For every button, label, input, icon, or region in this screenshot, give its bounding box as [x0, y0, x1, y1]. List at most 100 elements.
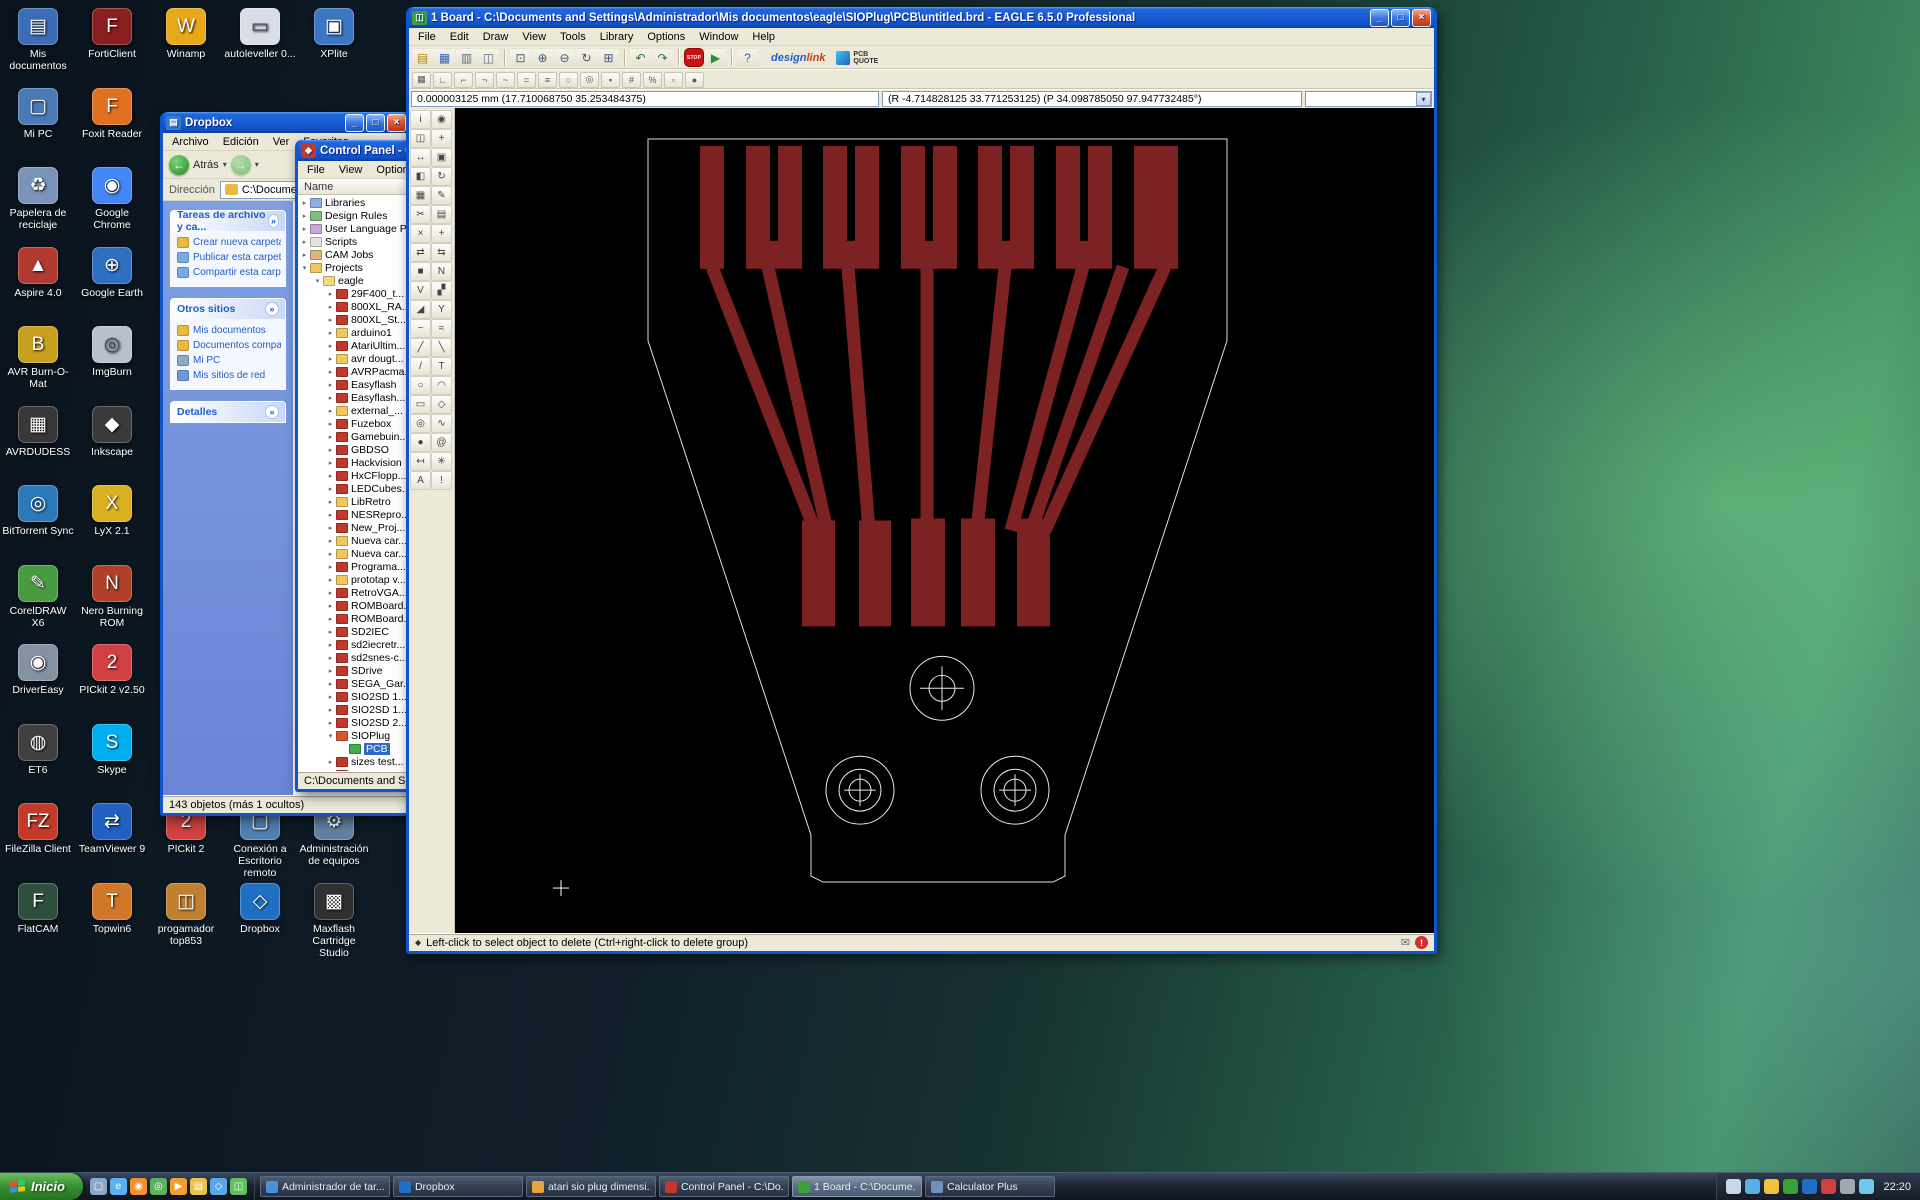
meander-tool[interactable]: ≈ [431, 319, 452, 338]
minimize-button[interactable]: _ [1370, 9, 1389, 27]
desktop-icon-skype[interactable]: SSkype [76, 724, 148, 776]
desktop-icon-papelera-de-reciclaje[interactable]: ♻Papelera de reciclaje [2, 167, 74, 231]
close-button[interactable]: × [387, 114, 406, 132]
bend-45-button[interactable]: ⌐ [454, 72, 473, 88]
firefox-quicklaunch-icon[interactable]: ◉ [130, 1178, 147, 1195]
tree-expand-icon[interactable]: ▸ [326, 654, 335, 662]
dropbox-menu-ver[interactable]: Ver [266, 134, 297, 150]
start-button[interactable]: Inicio [0, 1173, 83, 1200]
eagle-menu-file[interactable]: File [411, 29, 443, 45]
desktop-icon-forticlient[interactable]: FFortiClient [76, 8, 148, 60]
dropbox-titlebar[interactable]: ▤ Dropbox _ □ × [163, 112, 409, 133]
task-item-mis-sitios-de-red[interactable]: Mis sitios de red [175, 368, 281, 383]
tray-alert-icon[interactable] [1821, 1179, 1836, 1194]
taskbar-button-1-board-c-docume[interactable]: 1 Board - C:\Docume... [792, 1176, 922, 1197]
layer-button[interactable]: ▪ [601, 72, 620, 88]
tree-expand-icon[interactable]: ▸ [326, 498, 335, 506]
desktop-icon-pickit-2-v2-50[interactable]: 2PICkit 2 v2.50 [76, 644, 148, 696]
desktop-icon-foxit-reader[interactable]: FFoxit Reader [76, 88, 148, 140]
tree-expand-icon[interactable]: ▸ [326, 602, 335, 610]
tree-expand-icon[interactable]: ▸ [326, 719, 335, 727]
tree-expand-icon[interactable]: ▸ [326, 303, 335, 311]
dropbox-quicklaunch-icon[interactable]: ◇ [210, 1178, 227, 1195]
tree-collapse-icon[interactable]: ▾ [313, 277, 322, 285]
rotate-tool[interactable]: ↻ [431, 167, 452, 186]
bend-round-button[interactable]: ~ [496, 72, 515, 88]
desktop-icon-imgburn[interactable]: ◎ImgBurn [76, 326, 148, 378]
tree-expand-icon[interactable]: ▸ [326, 290, 335, 298]
zoom-fit-button[interactable]: ⊡ [510, 48, 531, 68]
minimize-button[interactable]: _ [345, 114, 364, 132]
attribute-tool[interactable]: @ [431, 433, 452, 452]
tree-expand-icon[interactable]: ▸ [326, 550, 335, 558]
desktop-icon-mis-documentos[interactable]: ▤Mis documentos [2, 8, 74, 72]
tree-expand-icon[interactable]: ▸ [300, 212, 309, 220]
split-tool[interactable]: Y [431, 300, 452, 319]
designlink-logo[interactable]: designlink [771, 52, 825, 64]
task-item-mi-pc[interactable]: Mi PC [175, 353, 281, 368]
via-drill-button[interactable]: ◎ [580, 72, 599, 88]
tray-display-icon[interactable] [1859, 1179, 1874, 1194]
warning-icon[interactable]: ! [1415, 936, 1428, 949]
ratsnest-button[interactable]: # [622, 72, 641, 88]
eagle-menu-edit[interactable]: Edit [443, 29, 476, 45]
desktop-icon-nero-burning-rom[interactable]: NNero Burning ROM [76, 565, 148, 629]
tree-expand-icon[interactable]: ▸ [326, 420, 335, 428]
tree-expand-icon[interactable]: ▸ [326, 537, 335, 545]
show-desktop-quicklaunch-icon[interactable]: ▢ [90, 1178, 107, 1195]
eagle-menu-options[interactable]: Options [640, 29, 692, 45]
zoom-select-button[interactable]: ⊞ [598, 48, 619, 68]
desktop-icon-xplite[interactable]: ▣XPlite [298, 8, 370, 60]
cp-menu-view[interactable]: View [332, 162, 370, 178]
zoom-redraw-button[interactable]: ↻ [576, 48, 597, 68]
tray-updates-icon[interactable] [1764, 1179, 1779, 1194]
forward-dropdown-icon[interactable]: ▾ [255, 160, 259, 169]
forward-button[interactable]: → [231, 155, 251, 175]
taskbar-button-control-panel-c-do[interactable]: Control Panel - C:\Do... [659, 1176, 789, 1197]
tree-expand-icon[interactable]: ▸ [326, 446, 335, 454]
file-tasks-header[interactable]: Tareas de archivo y ca... » [171, 211, 285, 231]
tree-expand-icon[interactable]: ▸ [326, 511, 335, 519]
close-button[interactable]: × [1412, 9, 1431, 27]
tree-collapse-icon[interactable]: ▾ [326, 732, 335, 740]
maximize-button[interactable]: □ [1391, 9, 1410, 27]
mark-tool[interactable]: + [431, 129, 452, 148]
eagle-titlebar[interactable]: ◫ 1 Board - C:\Documents and Settings\Ad… [409, 7, 1434, 28]
stop-button[interactable]: STOP [684, 48, 704, 67]
tree-expand-icon[interactable]: ▸ [326, 433, 335, 441]
desktop-icon-teamviewer-9[interactable]: ⇄TeamViewer 9 [76, 803, 148, 855]
taskbar-button-dropbox[interactable]: Dropbox [393, 1176, 523, 1197]
wire-width-button[interactable]: ≡ [538, 72, 557, 88]
pcbquote-logo[interactable]: PCBQUOTE [836, 51, 878, 65]
help-button[interactable]: ? [737, 48, 758, 68]
desktop-icon-google-chrome[interactable]: ◉Google Chrome [76, 167, 148, 231]
desktop-icon-avr-burn-o-mat[interactable]: BAVR Burn-O-Mat [2, 326, 74, 390]
pinswap-tool[interactable]: ⇄ [410, 243, 431, 262]
tree-expand-icon[interactable]: ▸ [326, 628, 335, 636]
info-tool[interactable]: i [410, 110, 431, 129]
bend-free-button[interactable]: = [517, 72, 536, 88]
desktop-icon-et6[interactable]: ◍ET6 [2, 724, 74, 776]
taskbar-button-administrador-de-tar[interactable]: Administrador de tar... [260, 1176, 390, 1197]
zoom-in-button[interactable]: ⊕ [532, 48, 553, 68]
move-tool[interactable]: ↔ [410, 148, 431, 167]
taskbar-clock[interactable]: 22:20 [1883, 1181, 1911, 1193]
smash-tool[interactable]: ▞ [431, 281, 452, 300]
undo-button[interactable]: ↶ [630, 48, 651, 68]
tree-expand-icon[interactable]: ▸ [326, 342, 335, 350]
board-canvas[interactable] [455, 108, 1434, 933]
task-item-crear-nueva-carpeta[interactable]: Crear nueva carpeta [175, 235, 281, 250]
open-button[interactable]: ▤ [412, 48, 433, 68]
tree-expand-icon[interactable]: ▸ [300, 238, 309, 246]
mirror-tool[interactable]: ◧ [410, 167, 431, 186]
desktop-icon-avrdudess[interactable]: ▦AVRDUDESS [2, 406, 74, 458]
polygon-tool[interactable]: ◇ [431, 395, 452, 414]
rect-tool[interactable]: ▭ [410, 395, 431, 414]
task-item-documentos-compartid[interactable]: Documentos compartid... [175, 338, 281, 353]
tree-expand-icon[interactable]: ▸ [300, 199, 309, 207]
cut-tool[interactable]: ✂ [410, 205, 431, 224]
paste-tool[interactable]: ▤ [431, 205, 452, 224]
cam-processor-button[interactable]: ◫ [478, 48, 499, 68]
desktop-icon-filezilla-client[interactable]: FZFileZilla Client [2, 803, 74, 855]
eagle-menu-library[interactable]: Library [593, 29, 641, 45]
